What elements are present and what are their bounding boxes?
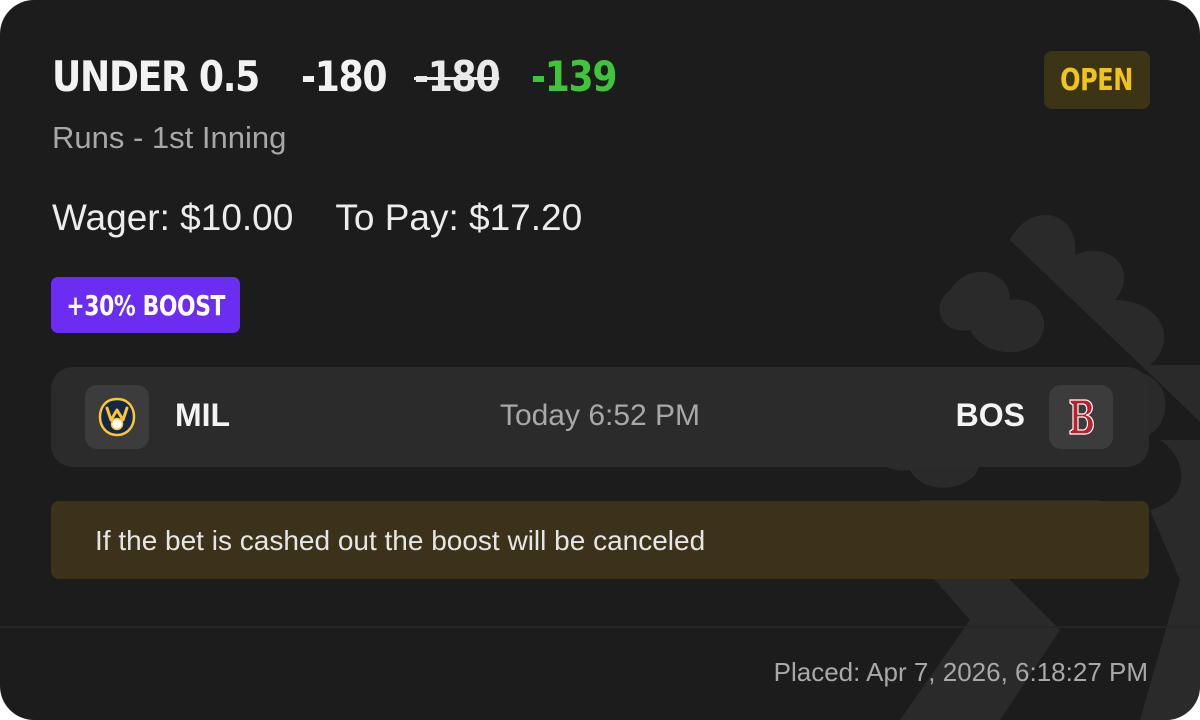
away-team-logo: [1049, 385, 1113, 449]
cashout-notice: If the bet is cashed out the boost will …: [51, 501, 1149, 579]
bet-amounts: Wager: $10.00 To Pay: $17.20: [52, 197, 582, 239]
red-sox-b-logo-icon: [1069, 399, 1094, 435]
bet-description: Runs - 1st Inning: [52, 120, 287, 155]
game-matchup[interactable]: MIL Today 6:52 PM BOS: [51, 367, 1149, 467]
away-team-name: BOS: [955, 397, 1025, 433]
footer-divider: [0, 626, 1200, 628]
wager-amount: Wager: $10.00: [52, 197, 294, 238]
status-badge: OPEN: [1044, 51, 1150, 109]
bet-headline: UNDER 0.5 -180 -180 -139: [52, 52, 630, 101]
boost-label: +30% BOOST: [66, 288, 225, 322]
status-label: OPEN: [1060, 62, 1134, 98]
bet-card[interactable]: UNDER 0.5 -180 -180 -139 OPEN Runs - 1st…: [0, 0, 1200, 720]
bet-odds: -180: [300, 52, 388, 101]
to-pay-amount: To Pay: $17.20: [335, 197, 583, 238]
cashout-notice-text: If the bet is cashed out the boost will …: [95, 525, 706, 556]
placed-timestamp: Placed: Apr 7, 2026, 6:18:27 PM: [773, 657, 1148, 687]
boost-badge: +30% BOOST: [51, 277, 240, 333]
bet-market: UNDER 0.5: [52, 52, 260, 101]
original-odds: -180: [413, 52, 501, 101]
boosted-odds: -139: [530, 52, 618, 101]
